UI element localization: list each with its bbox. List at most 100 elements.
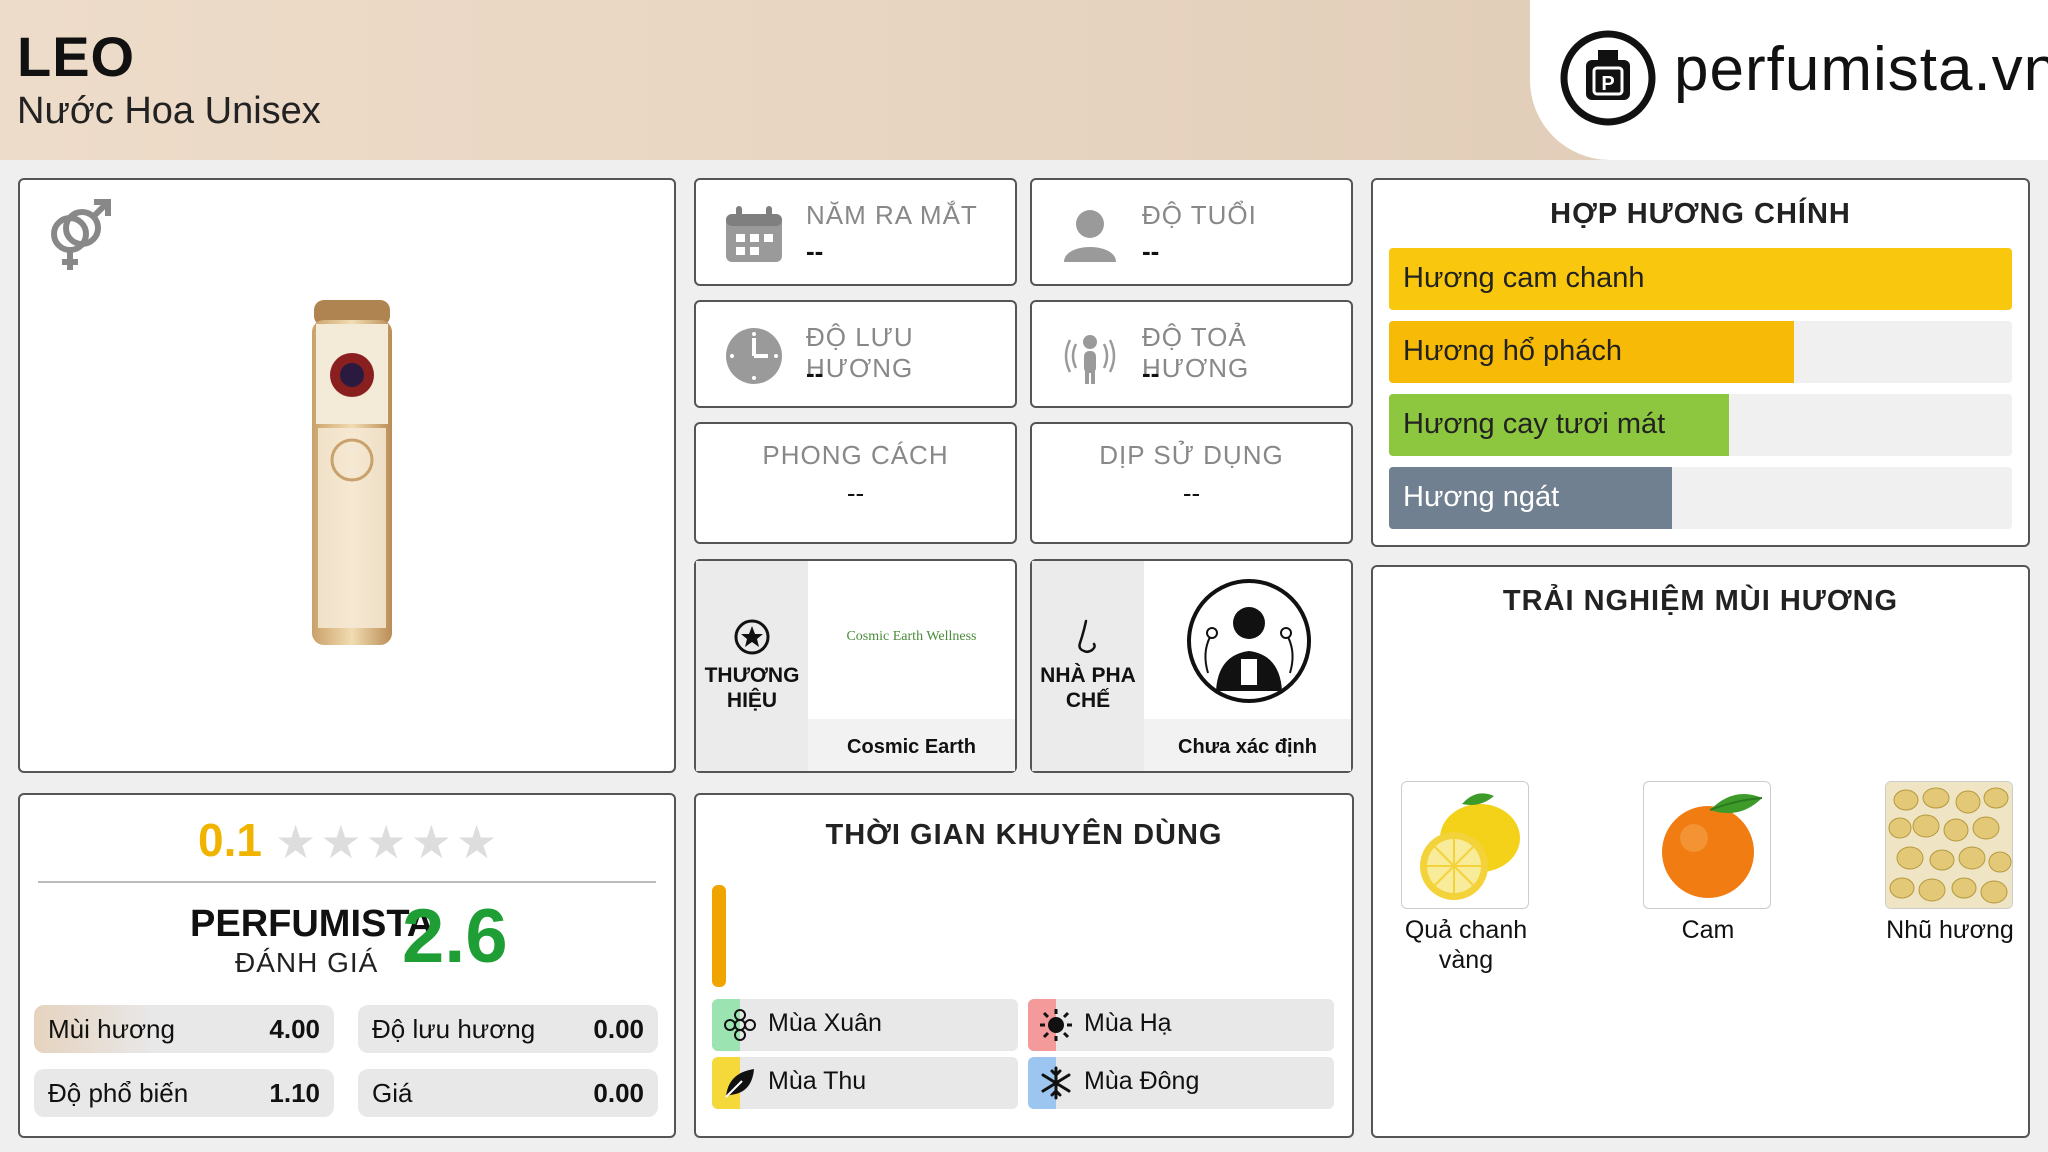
rating-stars[interactable]: ★★★★★ — [275, 815, 501, 869]
season-label: Mùa Hạ — [1084, 1009, 1172, 1037]
unisex-gender-icon — [51, 199, 111, 270]
accord-bar[interactable]: Hương ngát — [1389, 467, 2012, 529]
longevity-label: ĐỘ LƯU HƯƠNG — [806, 322, 914, 383]
accord-label: Hương ngát — [1403, 481, 1560, 513]
user-rating-score: 0.1 — [198, 814, 262, 866]
logo-text: perfumista.vn — [1674, 35, 2048, 104]
calendar-icon — [726, 206, 782, 262]
brand-thumb-text: Cosmic Earth Wellness — [846, 629, 977, 644]
season-label: Mùa Xuân — [768, 1009, 882, 1037]
accord-label: Hương hổ phách — [1403, 335, 1623, 367]
season-winter: Mùa Đông — [1028, 1057, 1334, 1109]
note-label: Nhũ hương — [1886, 916, 2014, 944]
lemon-icon — [1401, 781, 1529, 909]
seasons-title: THỜI GIAN KHUYÊN DÙNG — [825, 819, 1223, 851]
brand-card[interactable]: THƯƠNG HIỆU Cosmic Earth Wellness Cosmic… — [694, 559, 1017, 814]
rating-card: 0.1 ★★★★★ PERFUMISTA ĐÁNH GIÁ 2.6 Mùi hư… — [18, 793, 676, 1138]
scent-experience-title: TRẢI NGHIỆM MÙI HƯƠNG — [1502, 585, 1899, 617]
perfumer-side-panel: NHÀ PHA CHẾ — [1032, 561, 1144, 771]
perfumer-name[interactable]: Chưa xác định — [1144, 719, 1351, 771]
note-frankincense[interactable]: Nhũ hương — [1885, 781, 2015, 945]
svg-text:P: P — [1601, 73, 1614, 95]
perfume-bottle-logo-icon: P — [1560, 30, 1656, 126]
occasion-card: DỊP SỬ DỤNG -- — [1030, 422, 1353, 544]
clock-icon — [726, 328, 782, 384]
note-orange[interactable]: Cam — [1643, 781, 1773, 945]
time-of-day-bar — [712, 885, 726, 987]
accord-label: Hương cam chanh — [1403, 262, 1645, 294]
longevity-card: ĐỘ LƯU HƯƠNG -- — [694, 300, 1017, 408]
note-label: Cam — [1681, 916, 1735, 944]
main-accords-card: HỢP HƯƠNG CHÍNH Hương cam chanh Hương hổ… — [1371, 178, 2030, 547]
metric-longevity: Độ lưu hương 0.00 — [358, 1005, 658, 1053]
brand-side-panel: THƯƠNG HIỆU — [696, 561, 808, 771]
season-label: Mùa Đông — [1084, 1067, 1200, 1095]
brand-name[interactable]: Cosmic Earth Wellness — [808, 719, 1015, 814]
note-lemon[interactable]: Quả chanh vàng — [1401, 781, 1531, 975]
age-card: ĐỘ TUỔI -- — [1030, 178, 1353, 286]
metric-value: 1.10 — [269, 1077, 320, 1108]
perfumer-label: NHÀ PHA CHẾ — [1040, 664, 1136, 712]
flower-icon — [724, 1009, 756, 1041]
metric-popularity: Độ phổ biến 1.10 — [34, 1069, 334, 1117]
perfumer-illustration-icon — [1187, 579, 1311, 703]
nose-icon — [1078, 619, 1096, 654]
occasion-label: DỊP SỬ DỤNG — [1099, 440, 1284, 470]
accord-bar[interactable]: Hương hổ phách — [1389, 321, 2012, 383]
main-accords-title: HỢP HƯƠNG CHÍNH — [1550, 198, 1851, 230]
style-label: PHONG CÁCH — [762, 440, 949, 470]
seasons-card: THỜI GIAN KHUYÊN DÙNG Mùa Xuân Mùa Hạ Mù… — [694, 793, 1354, 1138]
perfume-subtitle: Nước Hoa Unisex — [17, 90, 321, 132]
season-spring: Mùa Xuân — [712, 999, 1018, 1051]
longevity-value: -- — [806, 358, 824, 388]
snowflake-icon — [1041, 1066, 1071, 1100]
age-label: ĐỘ TUỔI — [1142, 200, 1257, 230]
person-icon — [1064, 210, 1116, 262]
brand-label: THƯƠNG HIỆU — [704, 664, 800, 712]
scent-experience-card: TRẢI NGHIỆM MÙI HƯƠNG Quả chanh vàng Cam… — [1371, 565, 2030, 1138]
season-label: Mùa Thu — [768, 1067, 867, 1095]
perfumista-rating-label: PERFUMISTA — [190, 903, 435, 945]
metric-label: Giá — [372, 1077, 413, 1108]
perfume-title: LEO — [17, 25, 136, 88]
season-autumn: Mùa Thu — [712, 1057, 1018, 1109]
sun-icon — [1040, 1009, 1072, 1041]
accord-bar[interactable]: Hương cay tươi mát — [1389, 394, 2012, 456]
occasion-value: -- — [1182, 478, 1201, 508]
metric-label: Độ phổ biến — [48, 1077, 189, 1108]
accord-bar[interactable]: Hương cam chanh — [1389, 248, 2012, 310]
metric-label: Độ lưu hương — [372, 1013, 536, 1044]
note-label: Quả chanh vàng — [1404, 916, 1528, 974]
perfumista-rating-sublabel: ĐÁNH GIÁ — [235, 947, 379, 978]
metric-value: 4.00 — [269, 1013, 320, 1044]
sillage-label: ĐỘ TOẢ HƯƠNG — [1142, 322, 1250, 383]
brand-logo[interactable]: P perfumista.vn — [1530, 0, 2048, 160]
release-year-value: -- — [806, 236, 824, 266]
style-value: -- — [846, 478, 865, 508]
age-value: -- — [1142, 236, 1160, 266]
metric-value: 0.00 — [593, 1077, 644, 1108]
perfumer-thumbnail — [1146, 563, 1349, 719]
perfumer-card[interactable]: NHÀ PHA CHẾ Chưa xác định — [1030, 559, 1353, 773]
accord-label: Hương cay tươi mát — [1403, 408, 1666, 440]
release-year-card: NĂM RA MẮT -- — [694, 178, 1017, 286]
sillage-icon — [1064, 335, 1116, 384]
frankincense-icon — [1885, 781, 2013, 909]
orange-icon — [1643, 781, 1771, 909]
style-card: PHONG CÁCH -- — [694, 422, 1017, 544]
metric-label: Mùi hương — [48, 1013, 175, 1044]
perfumista-rating-score: 2.6 — [402, 894, 508, 979]
metric-value: 0.00 — [593, 1013, 644, 1044]
divider — [38, 881, 656, 883]
metric-scent: Mùi hương 4.00 — [34, 1005, 334, 1053]
sillage-value: -- — [1142, 358, 1160, 388]
sillage-card: ĐỘ TOẢ HƯƠNG -- — [1030, 300, 1353, 408]
brand-logo-thumbnail: Cosmic Earth Wellness — [810, 563, 1013, 719]
metric-price: Giá 0.00 — [358, 1069, 658, 1117]
perfume-bottle-image — [312, 300, 392, 645]
leaf-icon — [725, 1069, 754, 1098]
star-badge-icon — [734, 619, 770, 655]
release-year-label: NĂM RA MẮT — [806, 200, 978, 230]
header: LEO Nước Hoa Unisex P perfumista.vn — [0, 0, 2048, 160]
season-summer: Mùa Hạ — [1028, 999, 1334, 1051]
